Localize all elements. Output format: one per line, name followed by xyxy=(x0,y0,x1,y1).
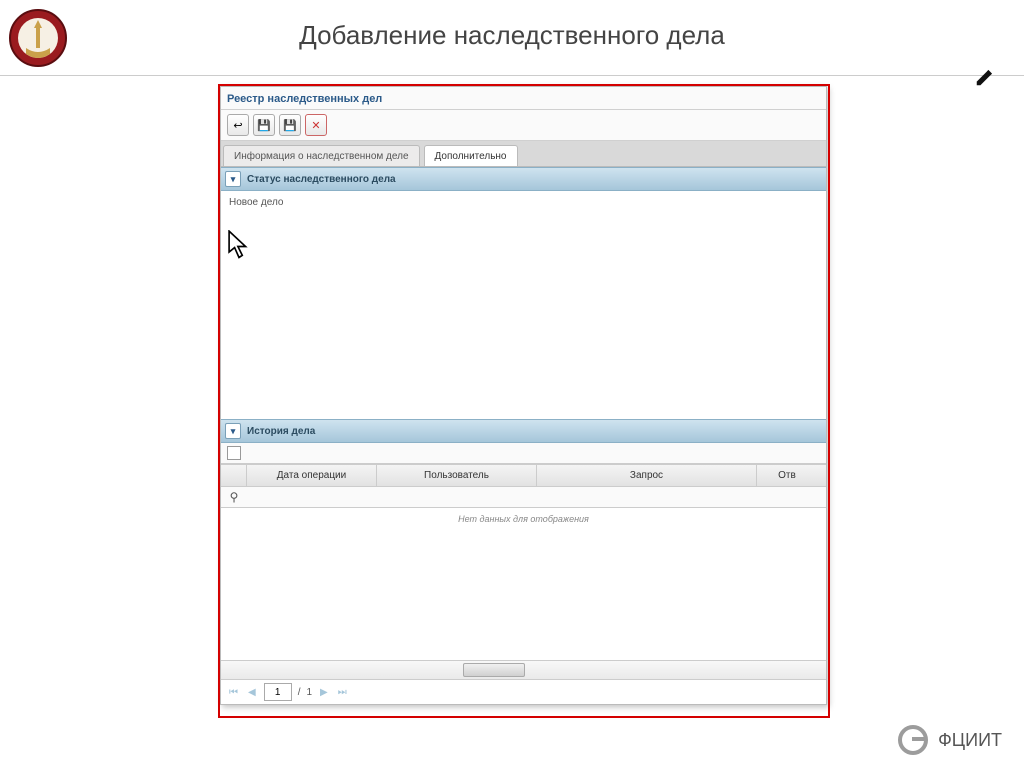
status-content-area xyxy=(221,219,826,419)
pager-total: 1 xyxy=(306,687,312,698)
filter-icon[interactable]: ⚲ xyxy=(227,490,241,504)
save-as-button[interactable]: 💾 xyxy=(279,114,301,136)
save-icon: 💾 xyxy=(257,119,271,132)
pager-first[interactable]: ⏮ xyxy=(227,687,240,698)
status-panel-header: ▾ Статус наследственного дела xyxy=(221,167,826,191)
history-columns: Дата операции Пользователь Запрос Отв xyxy=(221,464,826,487)
collapse-status-button[interactable]: ▾ xyxy=(225,171,241,187)
app-window: Реестр наследственных дел ↩ 💾 💾 ✕ Информ… xyxy=(220,86,827,705)
status-panel-body: Новое дело xyxy=(221,191,826,219)
save-as-icon: 💾 xyxy=(283,119,297,132)
save-button[interactable]: 💾 xyxy=(253,114,275,136)
horizontal-scrollbar[interactable] xyxy=(221,660,826,679)
pager: ⏮ ◀ / 1 ▶ ⏭ xyxy=(221,679,826,704)
slide-title: Добавление наследственного дела xyxy=(0,20,1024,51)
filter-row: ⚲ xyxy=(221,487,826,508)
col-response[interactable]: Отв xyxy=(757,465,817,486)
close-icon: ✕ xyxy=(311,119,320,132)
select-all-checkbox[interactable] xyxy=(227,446,241,460)
history-checkbox-row xyxy=(221,443,826,464)
footer-brand: ФЦИИТ xyxy=(898,725,1002,755)
toolbar: ↩ 💾 💾 ✕ xyxy=(221,110,826,141)
status-panel-title: Статус наследственного дела xyxy=(247,174,396,185)
divider xyxy=(0,75,1024,76)
pager-prev[interactable]: ◀ xyxy=(246,687,258,698)
back-icon: ↩ xyxy=(233,119,242,132)
scrollbar-thumb[interactable] xyxy=(463,663,525,677)
pen-icon xyxy=(974,66,996,88)
tabs: Информация о наследственном деле Дополни… xyxy=(221,141,826,167)
footer-brand-icon xyxy=(898,725,928,755)
close-button[interactable]: ✕ xyxy=(305,114,327,136)
col-user[interactable]: Пользователь xyxy=(377,465,537,486)
back-button[interactable]: ↩ xyxy=(227,114,249,136)
collapse-history-button[interactable]: ▾ xyxy=(225,423,241,439)
pager-page-input[interactable] xyxy=(264,683,292,701)
pager-last[interactable]: ⏭ xyxy=(336,687,349,698)
col-blank xyxy=(221,465,247,486)
no-data-label: Нет данных для отображения xyxy=(221,508,826,530)
app-title: Реестр наследственных дел xyxy=(221,87,826,110)
pager-next[interactable]: ▶ xyxy=(318,687,330,698)
footer-brand-text: ФЦИИТ xyxy=(938,730,1002,751)
history-panel-title: История дела xyxy=(247,426,315,437)
tab-additional[interactable]: Дополнительно xyxy=(424,145,518,166)
history-grid-area xyxy=(221,530,826,660)
history-panel-header: ▾ История дела xyxy=(221,419,826,443)
tab-info[interactable]: Информация о наследственном деле xyxy=(223,145,420,166)
col-request[interactable]: Запрос xyxy=(537,465,757,486)
pager-sep: / xyxy=(298,687,301,698)
col-date[interactable]: Дата операции xyxy=(247,465,377,486)
